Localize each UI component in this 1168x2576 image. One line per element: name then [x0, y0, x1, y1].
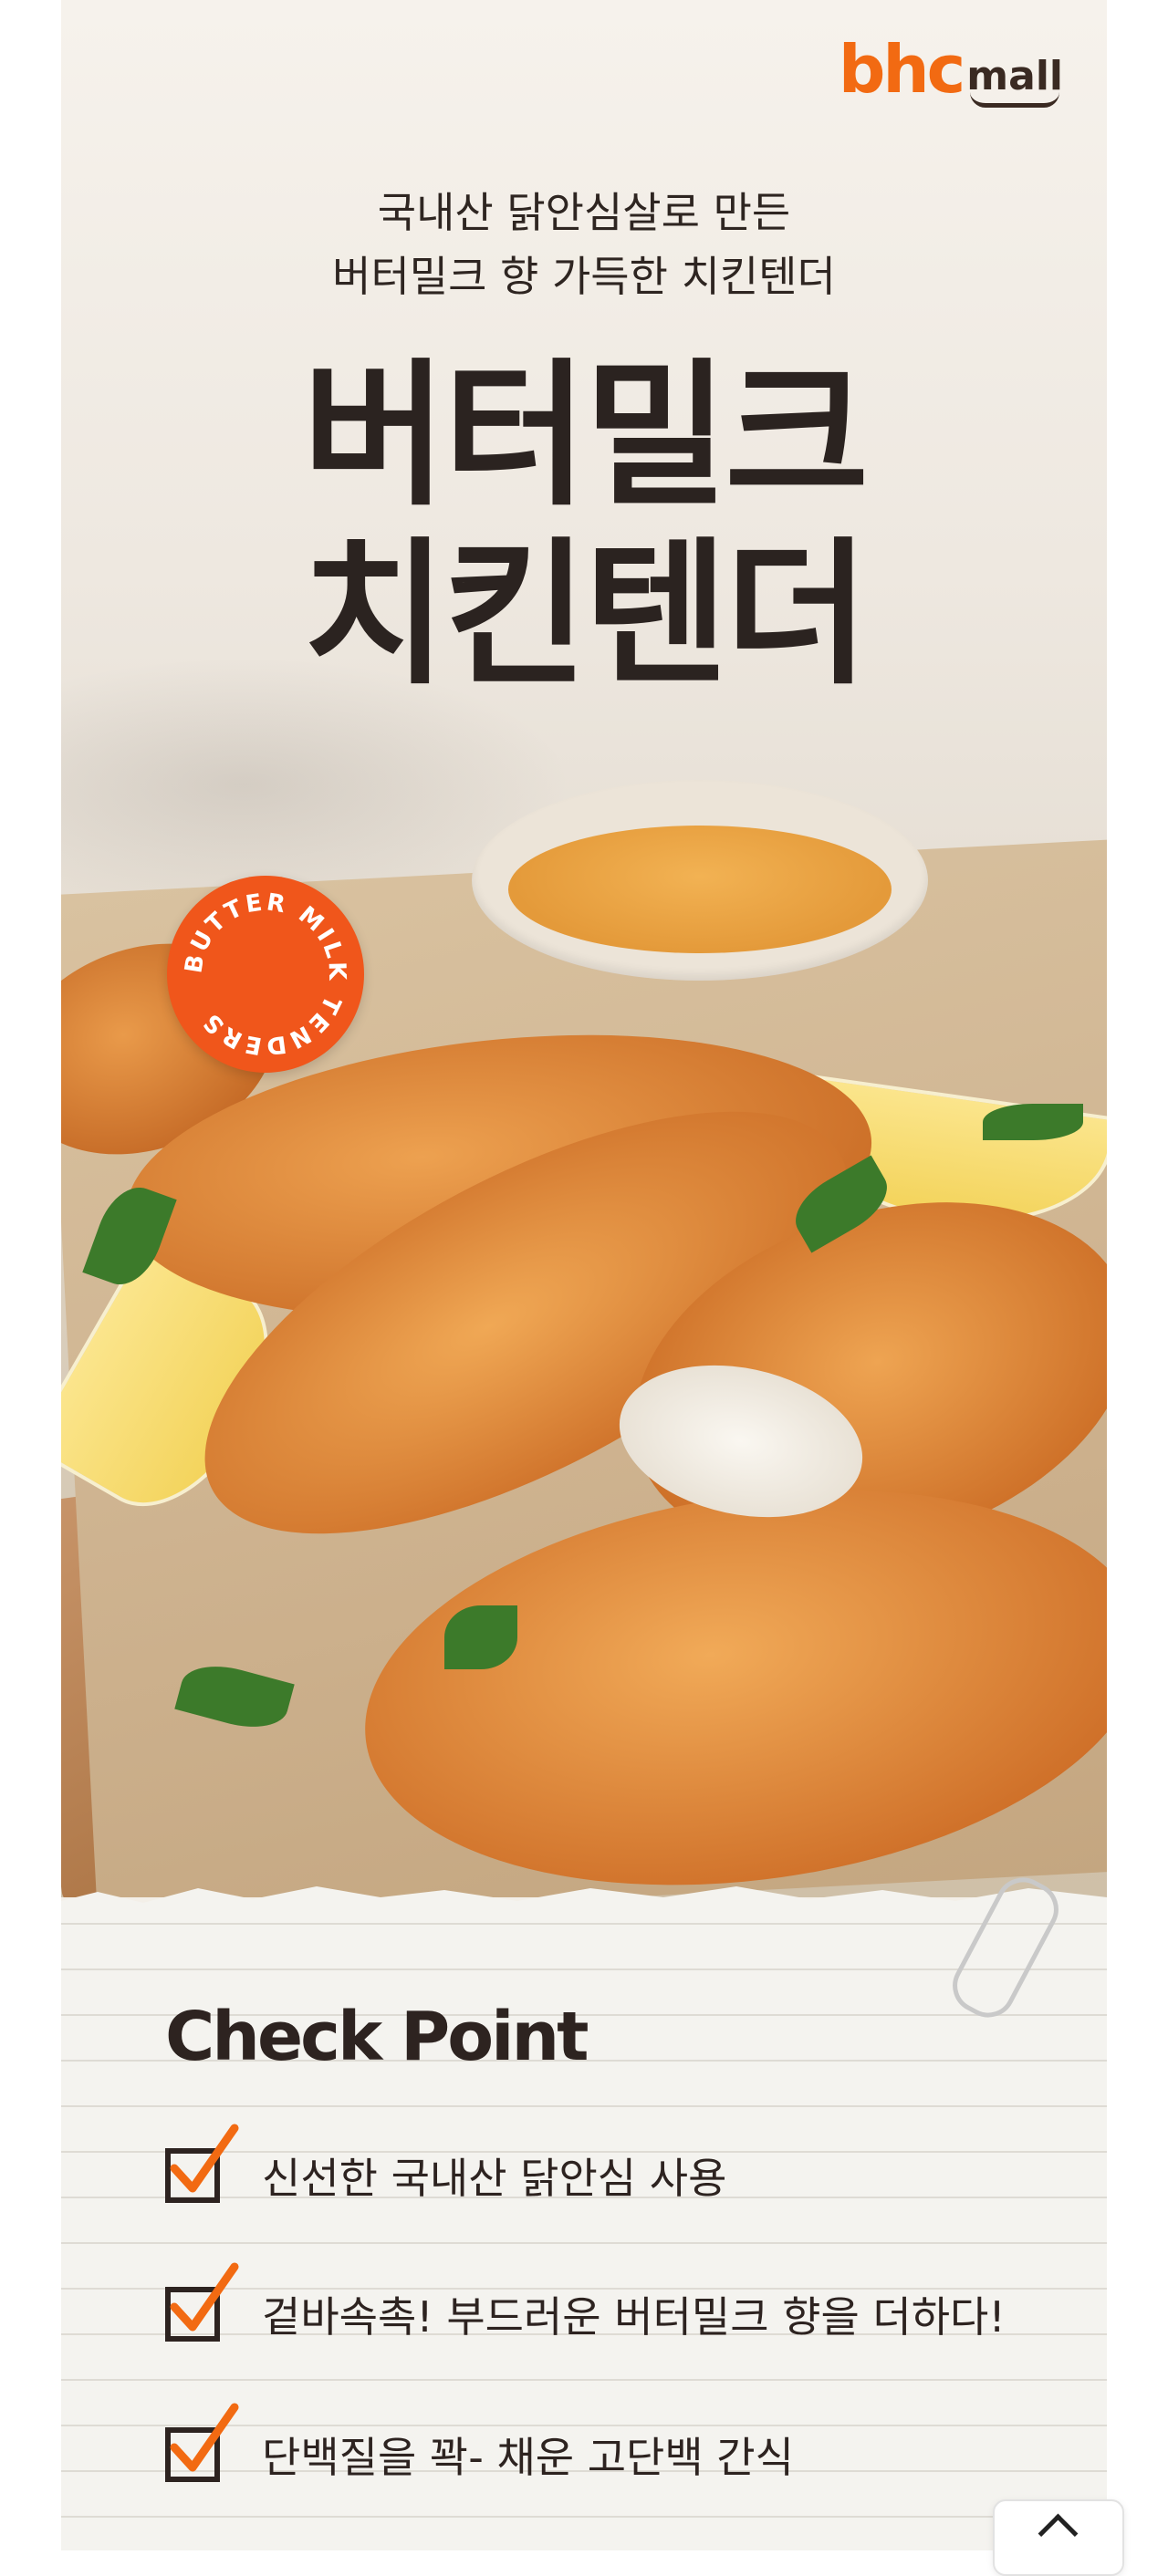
product-banner: bhc mall 국내산 닭안심살로 만든 버터밀크 향 가득한 치킨텐더 버터… — [61, 0, 1107, 2550]
headline-line-1: 버터밀크 — [302, 344, 870, 527]
check-item-text: 겉바속촉! 부드러운 버터밀크 향을 더하다! — [262, 2292, 1006, 2342]
checkbox-icon — [165, 2262, 239, 2342]
hero-section: bhc mall 국내산 닭안심살로 만든 버터밀크 향 가득한 치킨텐더 버터… — [61, 0, 1107, 1897]
badge-ring-text: BUTTER MILK TENDERS — [180, 888, 350, 1059]
check-item-text: 단백질을 꽉- 채운 고단백 간식 — [262, 2433, 794, 2482]
checkbox-icon — [165, 2124, 239, 2203]
checkbox-icon — [165, 2403, 239, 2482]
product-headline: 버터밀크 치킨텐더 — [61, 347, 1107, 704]
check-item: 단백질을 꽉- 채운 고단백 간식 — [165, 2403, 794, 2485]
scroll-to-top-button[interactable] — [993, 2499, 1124, 2576]
check-icon — [170, 2124, 239, 2193]
logo-bhc: bhc — [838, 31, 965, 108]
arrow-up-icon — [1038, 2513, 1079, 2554]
check-item: 신선한 국내산 닭안심 사용 — [165, 2124, 727, 2206]
bhc-mall-logo[interactable]: bhc mall — [838, 20, 1063, 108]
parsley — [444, 1605, 517, 1669]
check-item: 겉바속촉! 부드러운 버터밀크 향을 더하다! — [165, 2262, 1006, 2344]
svg-text:BUTTER MILK TENDERS: BUTTER MILK TENDERS — [180, 888, 350, 1059]
headline-line-2: 치킨텐더 — [302, 523, 870, 706]
subtitle-line-1: 국내산 닭안심살로 만든 — [377, 188, 791, 237]
check-item-text: 신선한 국내산 닭안심 사용 — [262, 2154, 727, 2203]
dipping-sauce — [508, 826, 892, 953]
product-subtitle: 국내산 닭안심살로 만든 버터밀크 향 가득한 치킨텐더 — [61, 181, 1107, 308]
badge-text: BUTTER MILK TENDERS — [180, 888, 348, 1059]
parsley — [983, 1104, 1083, 1140]
check-icon — [170, 2262, 239, 2332]
check-icon — [170, 2403, 239, 2472]
subtitle-line-2: 버터밀크 향 가득한 치킨텐더 — [332, 252, 836, 301]
butter-milk-tenders-badge: BUTTER MILK TENDERS — [167, 876, 364, 1073]
logo-mall: mall — [966, 57, 1063, 108]
smile-icon — [970, 92, 1059, 108]
check-point-title: Check Point — [165, 1998, 589, 2076]
